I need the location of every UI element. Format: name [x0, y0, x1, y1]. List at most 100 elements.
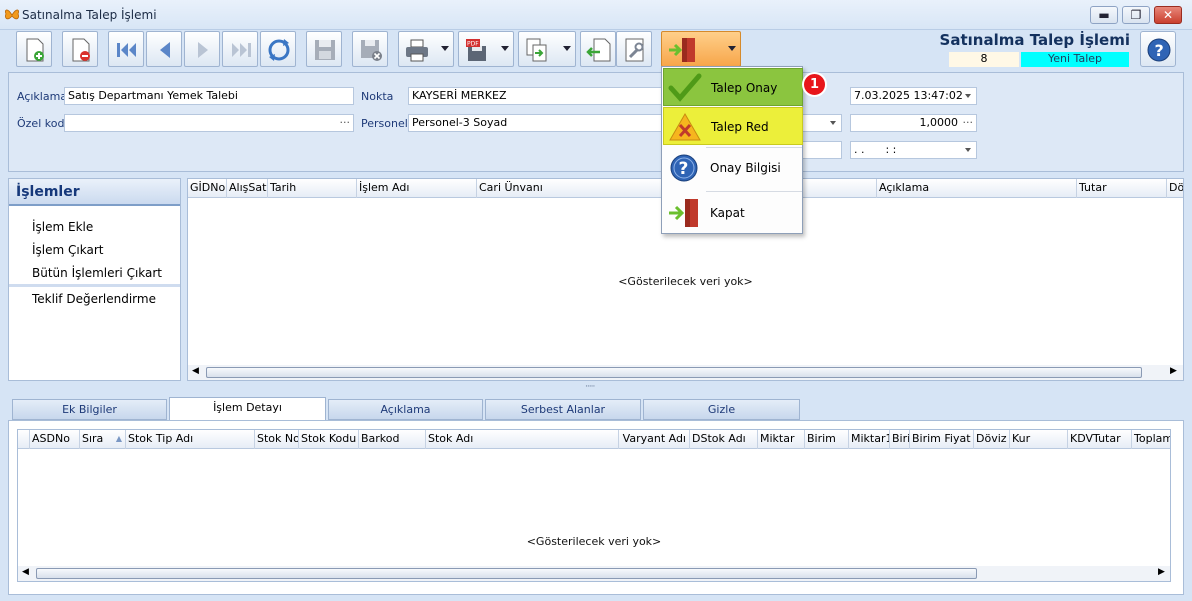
grid-header: ASDNo Sıra ▲ Stok Tip Adı Stok No Stok Ko…	[18, 430, 1170, 449]
menu-item-label: Onay Bilgisi	[710, 161, 781, 175]
svg-text:?: ?	[1155, 41, 1164, 60]
sort-ascending-icon: ▲	[115, 434, 122, 443]
op-teklif-degerlendirme[interactable]: Teklif Değerlendirme	[32, 292, 156, 306]
cancel-save-button[interactable]	[352, 31, 388, 67]
tab-islem-detayi[interactable]: İşlem Detayı	[169, 397, 326, 422]
scrollbar-thumb[interactable]	[36, 568, 977, 579]
ozel-kod-input[interactable]: ···	[64, 114, 354, 132]
col-tarih[interactable]: Tarih	[268, 179, 357, 198]
save-button[interactable]	[306, 31, 342, 67]
col-miktar[interactable]: Miktar	[758, 430, 805, 449]
scrollbar-thumb[interactable]	[206, 367, 1142, 378]
col-varyant-adi[interactable]: Varyant Adı	[619, 430, 690, 449]
ops-divider	[9, 284, 180, 287]
op-butun-islemleri-cikart[interactable]: Bütün İşlemleri Çıkart	[32, 266, 162, 280]
col-toplam[interactable]: Toplam	[1132, 430, 1170, 449]
datetime-input[interactable]: 7.03.2025 13:47:02	[850, 87, 977, 105]
title-bar: Satınalma Talep İşlemi ▬ ❐ ✕	[0, 0, 1192, 30]
close-window-button[interactable]: ✕	[1154, 6, 1182, 24]
menu-item-label: Talep Red	[711, 120, 769, 134]
next-record-button[interactable]	[184, 31, 220, 67]
col-islem-adi[interactable]: İşlem Adı	[357, 179, 477, 198]
field-dropdown[interactable]	[800, 114, 842, 132]
refresh-icon	[268, 39, 290, 61]
date-input[interactable]: . . : :	[850, 141, 977, 159]
nokta-input[interactable]: KAYSERİ MERKEZ	[408, 87, 662, 105]
tab-aciklama[interactable]: Açıklama	[328, 399, 483, 420]
col-miktar1[interactable]: Miktar1	[849, 430, 890, 449]
col-doviz[interactable]: Dö	[1167, 179, 1183, 198]
menu-item-talep-red[interactable]: Talep Red	[663, 107, 803, 145]
col-alissati[interactable]: AlışSatı	[227, 179, 268, 198]
col-kur[interactable]: Kur	[1010, 430, 1068, 449]
splitter-grip[interactable]: ·····	[585, 382, 595, 392]
horizontal-scrollbar[interactable]: ◀ ▶	[18, 566, 1170, 581]
col-tutar[interactable]: Tutar	[1077, 179, 1167, 198]
scroll-right-icon[interactable]: ▶	[1158, 567, 1165, 577]
col-dstok-adi[interactable]: DStok Adı	[690, 430, 758, 449]
import-document-button[interactable]	[580, 31, 616, 67]
help-icon: ?	[670, 154, 698, 182]
col-biri[interactable]: Biri	[890, 430, 910, 449]
nokta-label: Nokta	[361, 90, 394, 103]
col-kdv-tutar[interactable]: KDVTutar	[1068, 430, 1132, 449]
help-button[interactable]: ?	[1140, 31, 1176, 67]
tab-gizle[interactable]: Gizle	[643, 399, 800, 420]
last-record-button[interactable]	[222, 31, 258, 67]
rate-input[interactable]: 1,0000 ···	[850, 114, 977, 132]
previous-record-button[interactable]	[146, 31, 182, 67]
personel-input[interactable]: Personel-3 Soyad	[408, 114, 662, 132]
refresh-button[interactable]	[260, 31, 296, 67]
scroll-left-icon[interactable]: ◀	[192, 366, 199, 376]
op-islem-ekle[interactable]: İşlem Ekle	[32, 220, 93, 234]
last-record-icon	[232, 43, 251, 57]
operations-panel: İşlemler İşlem Ekle İşlem Çıkart Bütün İ…	[8, 178, 181, 381]
col-stok-no[interactable]: Stok No	[255, 430, 299, 449]
tab-ek-bilgiler[interactable]: Ek Bilgiler	[12, 399, 167, 420]
col-birim-fiyat[interactable]: Birim Fiyat	[910, 430, 974, 449]
detail-grid: ASDNo Sıra ▲ Stok Tip Adı Stok No Stok Ko…	[17, 429, 1171, 582]
chevron-down-icon	[728, 46, 736, 51]
chevron-down-icon	[501, 46, 509, 51]
menu-item-onay-bilgisi[interactable]: ? Onay Bilgisi	[663, 149, 803, 187]
ellipsis-button[interactable]: ···	[340, 115, 351, 131]
settings-tools-button[interactable]	[616, 31, 652, 67]
col-sira[interactable]: Sıra ▲	[80, 430, 126, 449]
col-indicator	[18, 430, 30, 449]
minimize-button[interactable]: ▬	[1090, 6, 1118, 24]
col-barkod[interactable]: Barkod	[359, 430, 426, 449]
menu-item-label: Kapat	[710, 206, 745, 220]
ellipsis-button[interactable]: ···	[963, 115, 974, 131]
op-islem-cikart[interactable]: İşlem Çıkart	[32, 243, 103, 257]
import-document-icon	[586, 38, 611, 62]
first-record-button[interactable]	[108, 31, 144, 67]
aciklama-input[interactable]: Satış Departmanı Yemek Talebi	[64, 87, 354, 105]
horizontal-scrollbar[interactable]: ◀ ▶	[188, 365, 1183, 380]
date-value: . . : :	[854, 143, 897, 156]
delete-document-button[interactable]	[62, 31, 98, 67]
col-aciklama[interactable]: Açıklama	[877, 179, 1077, 198]
copy-transfer-split-button[interactable]	[518, 31, 576, 67]
scroll-right-icon[interactable]: ▶	[1170, 366, 1177, 376]
menu-item-talep-onay[interactable]: Talep Onay	[663, 68, 803, 106]
col-birim[interactable]: Birim	[805, 430, 849, 449]
menu-item-kapat[interactable]: Kapat	[663, 194, 803, 232]
field-blank[interactable]	[800, 141, 842, 159]
print-split-button[interactable]	[398, 31, 454, 67]
col-stok-adi[interactable]: Stok Adı	[426, 430, 619, 449]
col-stok-tip-adi[interactable]: Stok Tip Adı	[126, 430, 255, 449]
tab-serbest-alanlar[interactable]: Serbest Alanlar	[485, 399, 641, 420]
printer-icon	[406, 39, 428, 62]
request-number: 8	[949, 52, 1019, 67]
col-doviz[interactable]: Döviz	[974, 430, 1010, 449]
pdf-export-split-button[interactable]: PDF	[458, 31, 514, 67]
new-document-button[interactable]	[16, 31, 52, 67]
scroll-left-icon[interactable]: ◀	[22, 567, 29, 577]
col-asdno[interactable]: ASDNo	[30, 430, 80, 449]
col-gidno[interactable]: GİDNo	[188, 179, 227, 198]
exit-menu-split-button[interactable]	[661, 31, 741, 67]
save-disk-icon	[315, 40, 335, 60]
chevron-down-icon	[563, 46, 571, 51]
col-stok-kodu[interactable]: Stok Kodu	[299, 430, 359, 449]
maximize-button[interactable]: ❐	[1122, 6, 1150, 24]
